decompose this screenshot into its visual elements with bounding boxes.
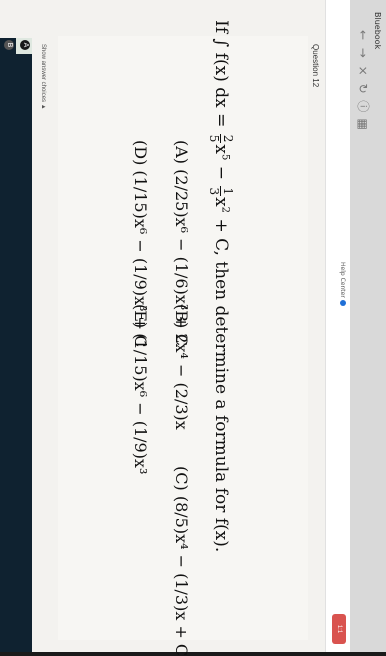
choice-b[interactable]: (B) 2x⁴ − (2/3)x bbox=[172, 304, 191, 430]
choice-text: (1/15)x⁶ − (1/9)x³ bbox=[131, 333, 150, 475]
choice-letter: (D) bbox=[131, 140, 150, 166]
refresh-icon[interactable]: ↻ bbox=[356, 81, 370, 95]
choice-letter: (E) bbox=[131, 304, 150, 329]
choice-text: (8/5)x⁴ − (1/3)x + C bbox=[172, 495, 191, 656]
integral-expression: ∫ f(x) dx = 2 5 x5 − 1 3 x2 + C bbox=[207, 38, 235, 251]
browser-tab[interactable]: Bluebook bbox=[372, 12, 382, 49]
help-center-label: Help Center bbox=[339, 262, 346, 298]
answer-b-button[interactable]: B bbox=[4, 40, 14, 50]
choice-letter: (A) bbox=[172, 140, 191, 165]
back-icon[interactable]: ← bbox=[356, 28, 370, 42]
choice-letter: (B) bbox=[172, 304, 191, 329]
nav-icons: ← → × ↻ ⓘ ▦ bbox=[355, 28, 372, 131]
choice-letter: (C) bbox=[172, 466, 191, 491]
choice-e[interactable]: (E) (1/15)x⁶ − (1/9)x³ bbox=[131, 304, 150, 474]
question-stem: If ∫ f(x) dx = 2 5 x5 − 1 3 x2 + C, then det… bbox=[207, 20, 235, 620]
timer-badge[interactable]: 1:1 bbox=[332, 614, 346, 644]
app-header: Help Center 1:1 bbox=[325, 0, 350, 652]
stem-target: f(x). bbox=[211, 517, 231, 553]
show-answer-choices-toggle[interactable]: Show answer choices ▲ bbox=[40, 44, 46, 110]
apps-icon[interactable]: ▦ bbox=[356, 117, 370, 131]
choice-c[interactable]: (C) (8/5)x⁴ − (1/3)x + C bbox=[172, 466, 191, 656]
info-icon[interactable]: ⓘ bbox=[355, 99, 372, 113]
choice-text: 2x⁴ − (2/3)x bbox=[172, 333, 191, 430]
browser-toolbar: Bluebook ← → × ↻ ⓘ ▦ bbox=[349, 0, 386, 652]
help-icon bbox=[340, 299, 346, 306]
close-icon[interactable]: × bbox=[356, 64, 370, 78]
answer-panel bbox=[0, 38, 32, 652]
stem-suffix: , then determine a formula for bbox=[211, 250, 231, 513]
screen: Bluebook ← → × ↻ ⓘ ▦ Help Center 1:1 Que… bbox=[0, 0, 386, 656]
answer-a-button[interactable]: A bbox=[20, 40, 30, 50]
question-number: Question 12 bbox=[311, 44, 320, 88]
forward-icon[interactable]: → bbox=[356, 46, 370, 60]
stem-prefix: If bbox=[211, 20, 231, 34]
help-center-link[interactable]: Help Center bbox=[339, 262, 346, 306]
